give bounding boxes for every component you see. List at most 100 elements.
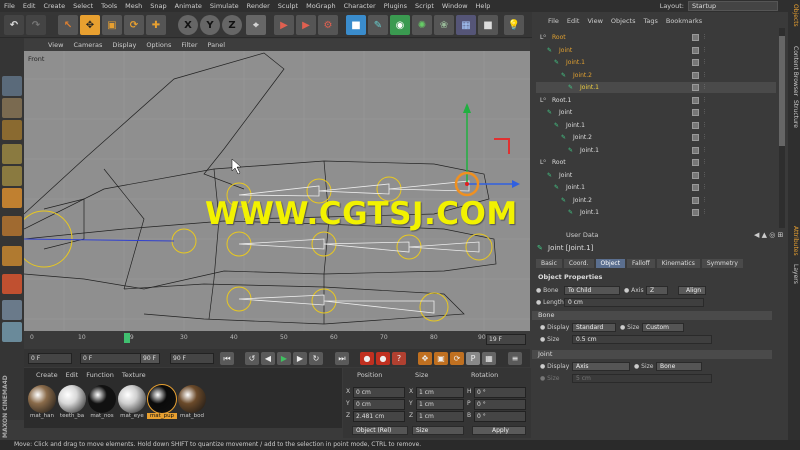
visibility-tag-icon[interactable] [692, 209, 699, 216]
attr-nav-icons[interactable]: ◀ ▲ ◎ ⊞ [754, 231, 783, 239]
attr-tab-basic[interactable]: Basic [536, 259, 562, 268]
jsize-dropdown[interactable]: Bone [656, 362, 702, 371]
side-tab-content-browser[interactable]: Content Browser [789, 46, 799, 96]
size-field[interactable]: 1 cm [416, 411, 464, 422]
object-name[interactable]: Joint [559, 107, 572, 118]
material-label[interactable]: mat_han [27, 413, 57, 419]
z-axis-lock-icon[interactable]: Z [222, 15, 242, 35]
object-name[interactable]: Joint.1 [566, 57, 585, 68]
menu-script[interactable]: Script [411, 2, 438, 10]
select-arrow-icon[interactable]: ↖ [58, 15, 78, 35]
attr-tab-object[interactable]: Object [595, 259, 626, 268]
jdisplay-dropdown[interactable]: Axis [572, 362, 630, 371]
key-scale-icon[interactable]: ▣ [434, 352, 448, 365]
prev-key-icon[interactable]: ↺ [245, 352, 259, 365]
joint-section[interactable]: Joint [532, 350, 772, 359]
snap-magnet-icon[interactable] [2, 274, 22, 294]
object-name[interactable]: Joint [559, 45, 572, 56]
viewport-menu-display[interactable]: Display [107, 41, 141, 49]
material-label[interactable]: mat_pup [147, 413, 177, 419]
layer-dots-icon[interactable]: ⋮ [702, 195, 707, 206]
attr-tab-kinematics[interactable]: Kinematics [656, 259, 700, 268]
material-ball[interactable] [118, 385, 146, 413]
material-menu-create[interactable]: Create [32, 371, 62, 379]
object-row[interactable]: ✎ Joint ⋮ [536, 170, 776, 181]
cube-icon[interactable]: ■ [346, 15, 366, 35]
object-row[interactable]: ✎ Joint.1 ⋮ [536, 120, 776, 131]
layer-dots-icon[interactable]: ⋮ [702, 70, 707, 81]
viewport-menu-panel[interactable]: Panel [203, 41, 231, 49]
material-label[interactable]: mat_bod [177, 413, 207, 419]
menu-mograph[interactable]: MoGraph [302, 2, 340, 10]
material-ball[interactable] [58, 385, 86, 413]
redo-icon[interactable]: ↷ [26, 15, 46, 35]
object-name[interactable]: Joint.1 [580, 207, 599, 218]
layer-dots-icon[interactable]: ⋮ [702, 170, 707, 181]
visibility-tag-icon[interactable] [692, 46, 699, 54]
material-label[interactable]: mat_eye [117, 413, 147, 419]
menu-render[interactable]: Render [243, 2, 274, 10]
axis-mode-icon[interactable] [2, 216, 22, 236]
object-menu-edit[interactable]: Edit [563, 17, 584, 25]
pos-field[interactable]: 2.481 cm [353, 411, 405, 422]
object-row[interactable]: ✎ Joint.1 ⋮ [536, 82, 776, 93]
x-axis-lock-icon[interactable]: X [178, 15, 198, 35]
object-name[interactable]: Joint.2 [573, 70, 592, 81]
rot-field[interactable]: 0 ° [474, 387, 526, 398]
object-row[interactable]: ✎ Joint.2 ⋮ [536, 70, 776, 81]
pos-field[interactable]: 0 cm [353, 387, 405, 398]
menu-animate[interactable]: Animate [171, 2, 206, 10]
visibility-tag-icon[interactable] [692, 109, 699, 116]
align-button[interactable]: Align [678, 286, 706, 295]
layout-selector[interactable]: Layout: Startup [660, 1, 778, 11]
side-tab-attributes[interactable]: Attributes [789, 226, 799, 256]
goto-start-icon[interactable]: ⏮ [220, 352, 234, 365]
end-frame-field[interactable]: 19 F [486, 334, 526, 345]
record-keys-icon[interactable]: ● [360, 352, 374, 365]
coord-mode-dropdown[interactable]: Object (Rel) [352, 426, 408, 435]
material-ball[interactable] [147, 384, 177, 414]
object-name[interactable]: Joint.1 [580, 145, 599, 156]
viewport-menu-cameras[interactable]: Cameras [68, 41, 107, 49]
move-tool-icon[interactable]: ✥ [80, 15, 100, 35]
material-menu-edit[interactable]: Edit [62, 371, 83, 379]
object-row[interactable]: ✎ Joint.1 ⋮ [536, 145, 776, 156]
visibility-tag-icon[interactable] [692, 59, 699, 66]
object-scrollbar[interactable] [779, 28, 785, 228]
visibility-tag-icon[interactable] [692, 134, 699, 141]
attr-tab-falloff[interactable]: Falloff [627, 259, 655, 268]
array-icon[interactable]: ✺ [412, 15, 432, 35]
viewport-menu-filter[interactable]: Filter [176, 41, 202, 49]
attr-tab-symmetry[interactable]: Symmetry [701, 259, 743, 268]
menu-sculpt[interactable]: Sculpt [274, 2, 302, 10]
menu-create[interactable]: Create [39, 2, 69, 10]
object-name[interactable]: Joint.1 [566, 120, 585, 131]
prev-frame-icon[interactable]: ◀ [261, 352, 275, 365]
model-mode-icon[interactable] [2, 76, 22, 96]
visibility-tag-icon[interactable] [692, 146, 699, 154]
size-field[interactable]: 1 cm [416, 387, 464, 398]
preview-max-field[interactable]: 90 F [140, 353, 160, 364]
material-ball[interactable] [178, 385, 206, 413]
layer-dots-icon[interactable]: ⋮ [702, 95, 707, 106]
texture-mode-icon[interactable] [2, 98, 22, 118]
layer-dots-icon[interactable]: ⋮ [702, 120, 707, 131]
material-ball[interactable] [28, 385, 56, 413]
attr-tab-coord[interactable]: Coord. [563, 259, 594, 268]
size-field[interactable]: 1 cm [416, 399, 464, 410]
menu-tools[interactable]: Tools [97, 2, 121, 10]
object-name[interactable]: Root [552, 32, 566, 43]
y-axis-lock-icon[interactable]: Y [200, 15, 220, 35]
material-label[interactable]: mat_nos [87, 413, 117, 419]
material-menu-texture[interactable]: Texture [118, 371, 150, 379]
length-field[interactable]: 0 cm [564, 298, 704, 307]
autokey-icon[interactable]: ● [376, 352, 390, 365]
layer-dots-icon[interactable]: ⋮ [702, 145, 707, 156]
visibility-tag-icon[interactable] [692, 121, 699, 129]
timeline-menu-icon[interactable]: ≡ [508, 352, 522, 365]
side-tab-structure[interactable]: Structure [789, 100, 799, 128]
display-dropdown[interactable]: Standard [572, 323, 616, 332]
undo-icon[interactable]: ↶ [4, 15, 24, 35]
visibility-tag-icon[interactable] [692, 34, 699, 41]
visibility-tag-icon[interactable] [692, 84, 699, 91]
